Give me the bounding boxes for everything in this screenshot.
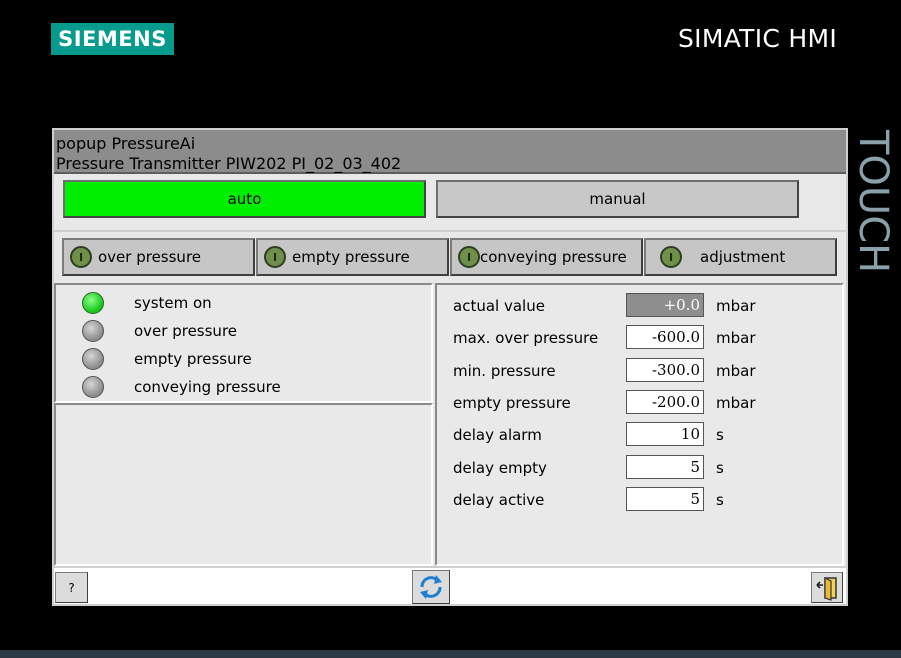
value-label: empty pressure: [453, 394, 571, 412]
tab-label: conveying pressure: [480, 248, 627, 266]
delay-active-input[interactable]: 5: [626, 487, 704, 511]
touch-label: TOUCH: [850, 130, 896, 274]
tab-label: adjustment: [700, 248, 786, 266]
tab-label: empty pressure: [292, 248, 410, 266]
tab-adjustment[interactable]: I adjustment: [644, 238, 837, 276]
values-panel: actual value +0.0 mbar max. over pressur…: [435, 283, 844, 566]
max-over-pressure-input[interactable]: -600.0: [626, 325, 704, 349]
status-label: over pressure: [134, 322, 238, 340]
footer-bar: ?: [54, 566, 846, 604]
min-pressure-input[interactable]: -300.0: [626, 358, 704, 382]
value-row-max-over-pressure: max. over pressure -600.0 mbar: [453, 325, 833, 351]
tab-conveying-pressure[interactable]: I conveying pressure: [450, 238, 643, 276]
value-unit: mbar: [716, 394, 756, 412]
value-label: delay active: [453, 491, 545, 509]
empty-pressure-input[interactable]: -200.0: [626, 390, 704, 414]
status-led-icon: [82, 320, 104, 342]
value-row-empty-pressure: empty pressure -200.0 mbar: [453, 390, 833, 416]
actual-value-display: +0.0: [626, 293, 704, 317]
product-title: SIMATIC HMI: [678, 24, 838, 53]
tab-label: over pressure: [98, 248, 202, 266]
status-panel: system on over pressure empty pressure c…: [54, 283, 433, 403]
value-unit: s: [716, 426, 724, 444]
value-row-min-pressure: min. pressure -300.0 mbar: [453, 358, 833, 384]
refresh-icon: [420, 575, 442, 599]
status-label: system on: [134, 294, 212, 312]
delay-alarm-input[interactable]: 10: [626, 422, 704, 446]
status-led-icon: [82, 292, 104, 314]
value-label: min. pressure: [453, 362, 556, 380]
divider: [54, 230, 846, 232]
tab-indicator-icon: I: [660, 246, 682, 268]
bottom-strip: [0, 650, 901, 658]
refresh-button[interactable]: [412, 570, 450, 604]
tab-indicator-icon: I: [458, 246, 480, 268]
manual-mode-button[interactable]: manual: [436, 180, 799, 218]
exit-button[interactable]: [811, 572, 843, 603]
value-row-delay-alarm: delay alarm 10 s: [453, 422, 833, 448]
tab-indicator-icon: I: [70, 246, 92, 268]
status-row-empty-pressure: empty pressure: [82, 347, 252, 371]
value-row-delay-active: delay active 5 s: [453, 487, 833, 513]
popup-subtitle: Pressure Transmitter PIW202 PI_02_03_402: [56, 154, 402, 173]
popup-window: popup PressureAi Pressure Transmitter PI…: [52, 128, 848, 606]
value-label: max. over pressure: [453, 329, 599, 347]
status-label: conveying pressure: [134, 378, 281, 396]
blank-panel: [54, 403, 433, 566]
tab-empty-pressure[interactable]: I empty pressure: [256, 238, 449, 276]
delay-empty-input[interactable]: 5: [626, 455, 704, 479]
status-led-icon: [82, 376, 104, 398]
siemens-logo: SIEMENS: [51, 23, 174, 55]
value-unit: s: [716, 491, 724, 509]
tab-indicator-icon: I: [264, 246, 286, 268]
value-unit: mbar: [716, 329, 756, 347]
value-row-actual: actual value +0.0 mbar: [453, 293, 833, 319]
popup-title-bar: popup PressureAi Pressure Transmitter PI…: [54, 130, 846, 174]
value-label: delay empty: [453, 459, 547, 477]
value-unit: s: [716, 459, 724, 477]
status-led-icon: [82, 348, 104, 370]
status-row-conveying-pressure: conveying pressure: [82, 375, 281, 399]
value-row-delay-empty: delay empty 5 s: [453, 455, 833, 481]
value-label: actual value: [453, 297, 545, 315]
exit-door-icon: [816, 576, 837, 601]
help-button[interactable]: ?: [55, 572, 88, 603]
status-row-system-on: system on: [82, 291, 212, 315]
status-row-over-pressure: over pressure: [82, 319, 237, 343]
auto-mode-button[interactable]: auto: [63, 180, 426, 218]
value-unit: mbar: [716, 362, 756, 380]
tab-over-pressure[interactable]: I over pressure: [62, 238, 255, 276]
status-label: empty pressure: [134, 350, 252, 368]
value-unit: mbar: [716, 297, 756, 315]
popup-title: popup PressureAi: [56, 134, 196, 153]
value-label: delay alarm: [453, 426, 542, 444]
